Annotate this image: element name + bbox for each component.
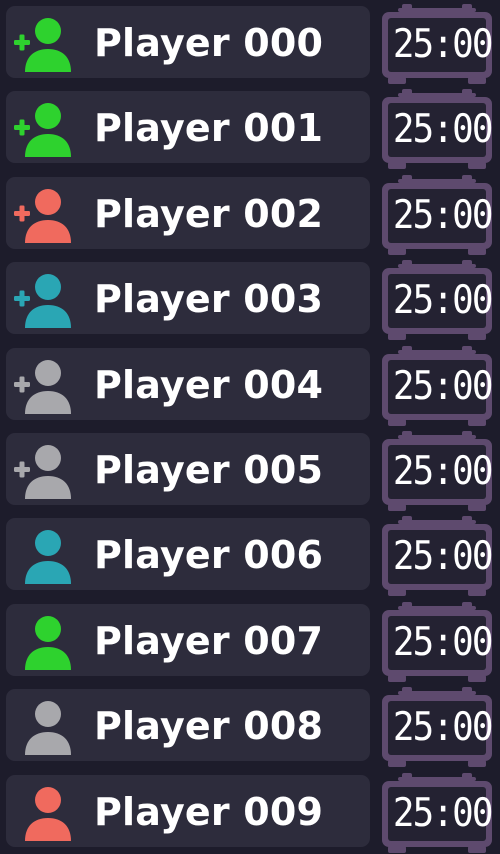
add-player-icon bbox=[12, 99, 76, 159]
player-list: Player 000 25:00 Player 001 25:00 Player 002… bbox=[0, 0, 500, 854]
alarm-clock-icon: 25:00 bbox=[380, 345, 494, 426]
player-row[interactable]: Player 002 25:00 bbox=[0, 171, 500, 255]
timer-readout: 25:00 bbox=[392, 22, 494, 67]
plus-icon bbox=[14, 290, 30, 307]
alarm-clock-icon: 25:00 bbox=[380, 89, 494, 170]
player-name: Player 002 bbox=[94, 191, 324, 236]
person-icon bbox=[12, 612, 76, 672]
player-row[interactable]: Player 003 25:00 bbox=[0, 256, 500, 341]
player-card[interactable]: Player 003 bbox=[6, 262, 370, 335]
plus-icon bbox=[14, 119, 30, 136]
alarm-clock-icon: 25:00 bbox=[380, 516, 494, 597]
player-name: Player 008 bbox=[94, 704, 324, 749]
timer-readout: 25:00 bbox=[392, 363, 494, 409]
player-name: Player 004 bbox=[94, 362, 324, 407]
player-name: Player 001 bbox=[94, 106, 324, 151]
person-icon bbox=[12, 526, 76, 586]
alarm-clock-icon: 25:00 bbox=[380, 601, 494, 682]
player-name: Player 006 bbox=[94, 533, 324, 578]
alarm-clock-icon: 25:00 bbox=[380, 687, 494, 768]
player-card[interactable]: Player 007 bbox=[6, 603, 370, 676]
add-player-icon bbox=[12, 185, 76, 245]
timer-readout: 25:00 bbox=[392, 107, 494, 153]
player-row[interactable]: Player 007 25:00 bbox=[0, 598, 500, 682]
timer-readout: 25:00 bbox=[392, 278, 494, 324]
timer-readout: 25:00 bbox=[392, 619, 494, 665]
player-row[interactable]: Player 009 25:00 bbox=[0, 769, 500, 853]
plus-icon bbox=[14, 205, 30, 222]
player-row[interactable]: Player 006 25:00 bbox=[0, 512, 500, 597]
player-card[interactable]: Player 005 bbox=[6, 433, 370, 505]
player-card[interactable]: Player 009 bbox=[6, 774, 370, 847]
timer-readout: 25:00 bbox=[392, 790, 494, 836]
player-name: Player 000 bbox=[94, 21, 324, 65]
player-card[interactable]: Player 001 bbox=[6, 91, 370, 164]
plus-icon bbox=[14, 461, 30, 478]
timer-readout: 25:00 bbox=[392, 192, 494, 238]
player-row[interactable]: Player 000 25:00 bbox=[0, 0, 500, 84]
alarm-clock-icon: 25:00 bbox=[380, 4, 494, 84]
player-name: Player 009 bbox=[94, 789, 324, 834]
player-name: Player 003 bbox=[94, 277, 324, 322]
person-icon bbox=[12, 783, 76, 843]
player-row[interactable]: Player 005 25:00 bbox=[0, 427, 500, 511]
player-card[interactable]: Player 008 bbox=[6, 689, 370, 762]
timer-readout: 25:00 bbox=[392, 705, 494, 751]
player-card[interactable]: Player 000 bbox=[6, 6, 370, 78]
timer-readout: 25:00 bbox=[392, 534, 494, 580]
alarm-clock-icon: 25:00 bbox=[380, 431, 494, 511]
plus-icon bbox=[14, 376, 30, 393]
player-row[interactable]: Player 008 25:00 bbox=[0, 683, 500, 768]
player-row[interactable]: Player 004 25:00 bbox=[0, 342, 500, 426]
alarm-clock-icon: 25:00 bbox=[380, 772, 494, 853]
add-player-icon bbox=[12, 356, 76, 416]
player-row[interactable]: Player 001 25:00 bbox=[0, 85, 500, 170]
add-player-icon bbox=[12, 14, 76, 74]
person-icon bbox=[12, 697, 76, 757]
timer-readout: 25:00 bbox=[392, 449, 494, 494]
player-card[interactable]: Player 006 bbox=[6, 518, 370, 591]
add-player-icon bbox=[12, 441, 76, 501]
add-player-icon bbox=[12, 270, 76, 330]
plus-icon bbox=[14, 34, 30, 51]
player-card[interactable]: Player 004 bbox=[6, 347, 370, 420]
player-name: Player 005 bbox=[94, 448, 324, 492]
alarm-clock-icon: 25:00 bbox=[380, 174, 494, 255]
player-card[interactable]: Player 002 bbox=[6, 176, 370, 249]
player-name: Player 007 bbox=[94, 618, 324, 663]
alarm-clock-icon: 25:00 bbox=[380, 260, 494, 341]
